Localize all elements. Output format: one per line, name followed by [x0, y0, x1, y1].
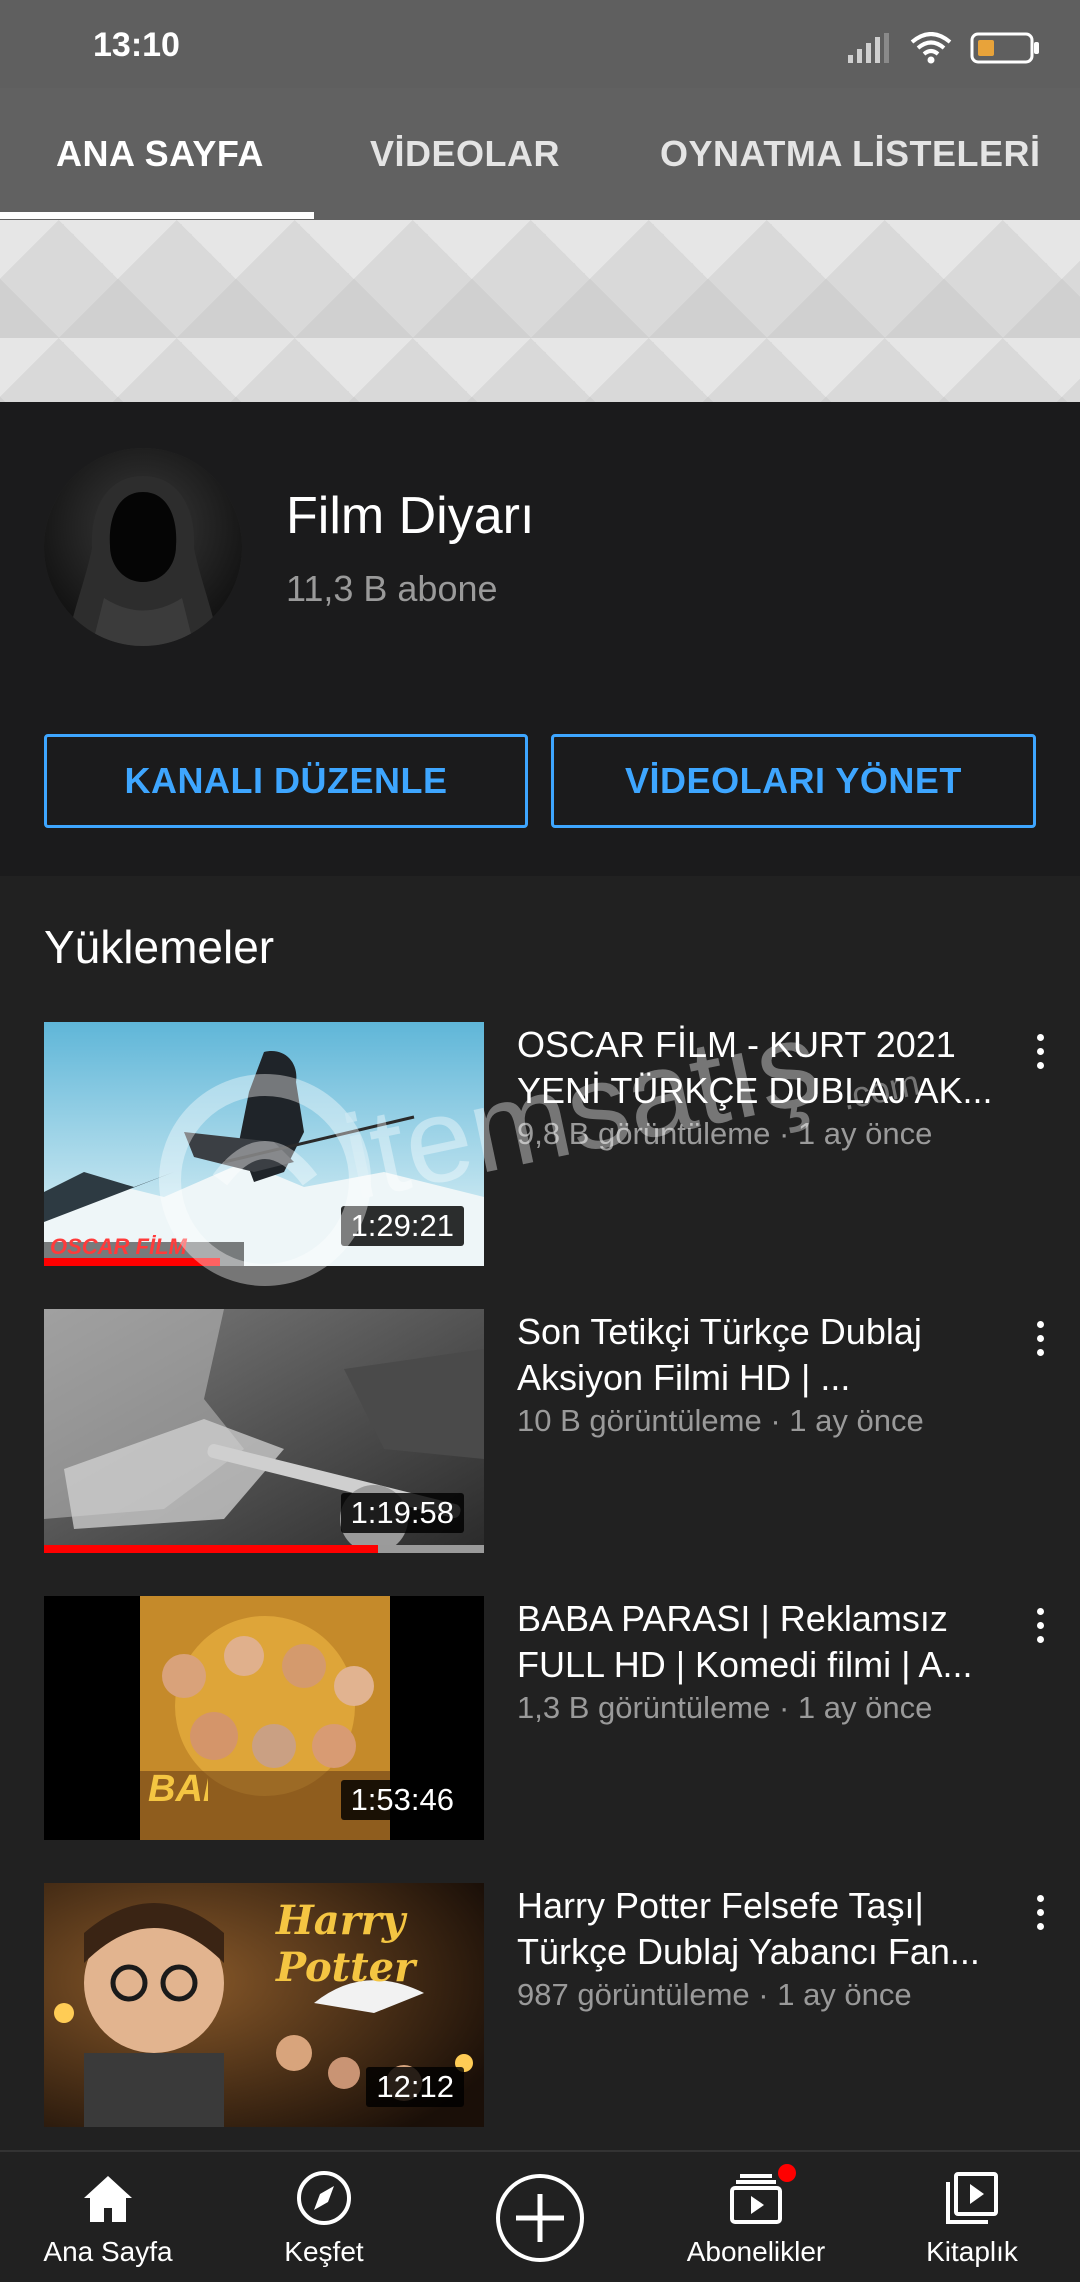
status-icons — [848, 28, 1040, 68]
nav-library[interactable]: Kitaplık — [872, 2152, 1072, 2282]
battery-icon — [970, 32, 1039, 64]
thumbnail-text: OSCAR FİLM — [50, 1234, 187, 1259]
nav-home-label: Ana Sayfa — [43, 2236, 173, 2267]
library-icon — [946, 2172, 998, 2224]
more-options-icon[interactable] — [1030, 1893, 1050, 1933]
tab-videos[interactable]: VİDEOLAR — [370, 88, 560, 220]
video-meta: 9,8 B görüntüleme · 1 ay önce — [517, 1116, 933, 1151]
channel-avatar[interactable] — [44, 448, 242, 646]
manage-videos-button[interactable]: VİDEOLARI YÖNET — [551, 734, 1036, 828]
video-title[interactable]: Son Tetikçi Türkçe Dublaj Aksiyon Filmi … — [517, 1309, 1007, 1401]
watch-progress — [44, 1545, 379, 1553]
nav-explore[interactable]: Keşfet — [224, 2152, 424, 2282]
more-options-icon[interactable] — [1030, 1606, 1050, 1646]
channel-header: Film Diyarı 11,3 B abone KANALI DÜZENLE … — [0, 402, 1080, 876]
watch-progress — [44, 1258, 220, 1266]
nav-home[interactable]: Ana Sayfa — [8, 2152, 208, 2282]
channel-name: Film Diyarı — [286, 487, 535, 545]
video-title[interactable]: Harry Potter Felsefe Taşı| Türkçe Dublaj… — [517, 1883, 1007, 1975]
video-meta: 1,3 B görüntüleme · 1 ay önce — [517, 1690, 933, 1725]
channel-tabs: ANA SAYFA VİDEOLAR OYNATMA LİSTELERİ — [0, 88, 1080, 220]
video-duration: 12:12 — [366, 2067, 464, 2107]
thumbnail-text: Harry Potter — [276, 1897, 416, 1991]
notification-badge — [778, 2164, 796, 2182]
wifi-icon — [910, 32, 952, 64]
video-thumbnail[interactable]: Harry Potter 12:12 — [44, 1883, 484, 2127]
video-item[interactable]: OSCAR FİLM 1:29:21 OSCAR FİLM - KURT 202… — [0, 1022, 1080, 1270]
video-duration: 1:53:46 — [340, 1780, 464, 1820]
tab-home[interactable]: ANA SAYFA — [56, 88, 264, 220]
thumbnail-text: BABA PARASI — [148, 1772, 208, 1806]
nav-subscriptions[interactable]: Abonelikler — [656, 2152, 856, 2282]
video-thumbnail[interactable]: OSCAR FİLM 1:29:21 — [44, 1022, 484, 1266]
video-duration: 1:29:21 — [340, 1206, 464, 1246]
video-thumbnail[interactable]: BABA PARASI 1:53:46 — [44, 1596, 484, 1840]
video-duration: 1:19:58 — [340, 1493, 464, 1533]
status-bar: 13:10 — [0, 0, 1080, 88]
video-thumbnail[interactable]: 1:19:58 — [44, 1309, 484, 1553]
uploads-section-title: Yüklemeler — [44, 921, 275, 973]
nav-explore-label: Keşfet — [284, 2236, 364, 2267]
tab-playlists[interactable]: OYNATMA LİSTELERİ — [660, 88, 1041, 220]
video-item[interactable]: Harry Potter 12:12 Harry Potter Felsefe … — [0, 1883, 1080, 2131]
subscriber-count: 11,3 B abone — [286, 568, 498, 609]
video-item[interactable]: 1:19:58 Son Tetikçi Türkçe Dublaj Aksiyo… — [0, 1309, 1080, 1557]
edit-channel-button[interactable]: KANALI DÜZENLE — [44, 734, 528, 828]
bottom-navigation: Ana Sayfa Keşfet Abonelikler Kitaplık — [0, 2150, 1080, 2282]
create-icon — [496, 2174, 584, 2262]
video-title[interactable]: OSCAR FİLM - KURT 2021 YENİ TÜRKÇE DUBLA… — [517, 1022, 1007, 1114]
video-title[interactable]: BABA PARASI | Reklamsız FULL HD | Komedi… — [517, 1596, 1007, 1688]
video-meta: 10 B görüntüleme · 1 ay önce — [517, 1403, 924, 1438]
status-time: 13:10 — [93, 26, 180, 64]
more-options-icon[interactable] — [1030, 1032, 1050, 1072]
video-item[interactable]: BABA PARASI 1:53:46 BABA PARASI | Reklam… — [0, 1596, 1080, 1844]
compass-icon — [297, 2171, 351, 2225]
nav-library-label: Kitaplık — [926, 2236, 1018, 2267]
video-meta: 987 görüntüleme · 1 ay önce — [517, 1977, 912, 2012]
home-icon — [84, 2176, 132, 2222]
nav-subscriptions-label: Abonelikler — [686, 2236, 826, 2267]
channel-banner — [0, 220, 1080, 402]
tab-indicator — [0, 212, 314, 219]
signal-icon — [848, 33, 889, 63]
subscriptions-icon — [730, 2174, 782, 2224]
more-options-icon[interactable] — [1030, 1319, 1050, 1359]
nav-create[interactable] — [440, 2152, 640, 2282]
